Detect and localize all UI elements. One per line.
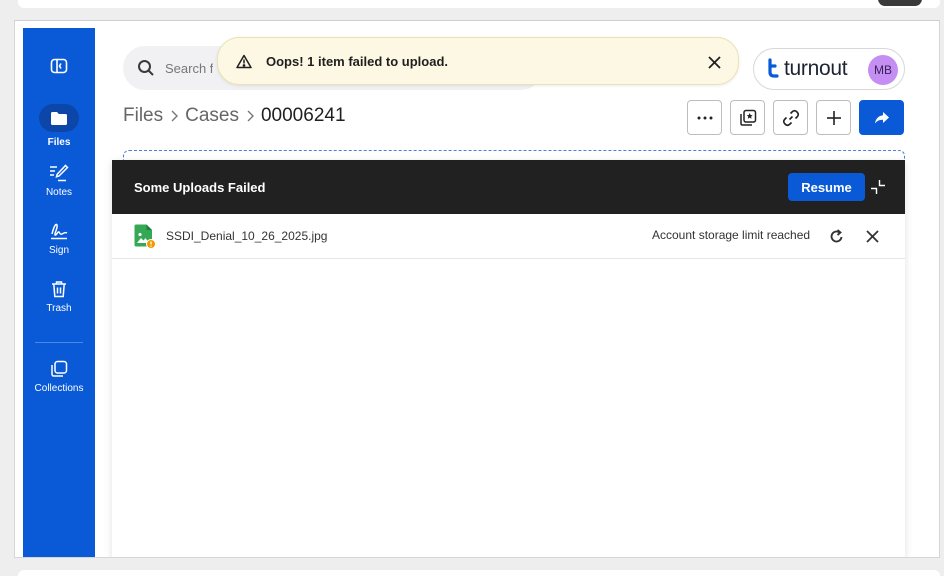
file-error-status: Account storage limit reached xyxy=(652,228,811,242)
more-icon xyxy=(697,116,712,119)
favorite-button[interactable] xyxy=(730,100,765,135)
image-file-icon xyxy=(134,223,156,249)
search-input[interactable] xyxy=(165,60,213,76)
toast-message: Oops! 1 item failed to upload. xyxy=(266,53,449,69)
search-icon xyxy=(138,60,154,76)
close-icon xyxy=(707,55,721,69)
bottom-strip xyxy=(18,570,940,576)
upload-panel-title: Some Uploads Failed xyxy=(134,179,266,195)
toolbar xyxy=(687,100,904,135)
sidebar-item-label: Trash xyxy=(46,303,72,314)
add-button[interactable] xyxy=(816,100,851,135)
folder-icon xyxy=(51,111,67,125)
sidebar-item-sign[interactable]: Sign xyxy=(23,222,95,256)
sidebar-item-collections[interactable]: Collections xyxy=(23,360,95,394)
collections-icon xyxy=(51,360,68,377)
breadcrumb-cases[interactable]: Cases xyxy=(185,105,239,127)
chevron-right-icon xyxy=(169,109,179,123)
star-folder-icon xyxy=(739,109,756,126)
error-toast: Oops! 1 item failed to upload. xyxy=(217,37,739,85)
sidebar-item-label: Notes xyxy=(45,187,73,198)
close-icon xyxy=(865,229,879,243)
top-strip-button[interactable] xyxy=(878,0,922,6)
frame-border xyxy=(14,20,940,21)
sidebar-divider xyxy=(35,342,83,343)
sidebar-toggle-icon xyxy=(50,58,68,74)
remove-file-button[interactable] xyxy=(863,227,881,245)
sidebar-item-files[interactable]: Files xyxy=(23,104,95,148)
sidebar-item-label: Files xyxy=(47,137,71,148)
retry-icon xyxy=(830,228,842,242)
share-button[interactable] xyxy=(859,100,904,135)
copy-link-button[interactable] xyxy=(773,100,808,135)
sidebar-item-label: Sign xyxy=(48,245,69,256)
signature-icon xyxy=(51,223,68,240)
file-name: SSDI_Denial_10_26_2025.jpg xyxy=(166,229,328,243)
toast-close-button[interactable] xyxy=(704,52,724,72)
avatar[interactable]: MB xyxy=(868,55,898,85)
notes-icon xyxy=(50,164,69,182)
sidebar-item-notes[interactable]: Notes xyxy=(23,164,95,198)
sidebar-toggle[interactable] xyxy=(23,58,95,74)
page-title: 00006241 xyxy=(260,105,346,126)
sidebar-item-trash[interactable]: Trash xyxy=(23,280,95,314)
top-strip xyxy=(18,0,940,8)
brand-badge[interactable]: turnout MB xyxy=(753,48,905,90)
trash-icon xyxy=(52,281,66,298)
share-icon xyxy=(874,111,889,123)
breadcrumb-files[interactable]: Files xyxy=(123,105,163,127)
turnout-logo-icon xyxy=(768,58,779,78)
sidebar-active-pill xyxy=(39,104,79,132)
collapse-icon xyxy=(871,180,885,194)
plus-icon xyxy=(826,110,841,125)
warning-icon xyxy=(236,54,252,68)
collapse-button[interactable] xyxy=(869,178,887,196)
sidebar-item-label: Collections xyxy=(34,383,84,394)
sidebar: Files Notes Sign Trash Collections xyxy=(23,28,95,557)
resume-button[interactable]: Resume xyxy=(788,173,865,201)
brand-name: turnout xyxy=(784,57,848,80)
retry-button[interactable] xyxy=(827,227,845,245)
more-button[interactable] xyxy=(687,100,722,135)
chevron-right-icon xyxy=(245,109,255,123)
list-item: SSDI_Denial_10_26_2025.jpg Account stora… xyxy=(112,214,905,259)
app-frame: Files Notes Sign Trash Collections Searc… xyxy=(14,20,940,558)
breadcrumb: Files Cases 00006241 xyxy=(123,104,346,128)
upload-panel-header: Some Uploads Failed Resume xyxy=(112,160,905,214)
upload-panel: Some Uploads Failed Resume SSDI_Denial_1… xyxy=(112,160,905,557)
link-icon xyxy=(782,109,799,126)
